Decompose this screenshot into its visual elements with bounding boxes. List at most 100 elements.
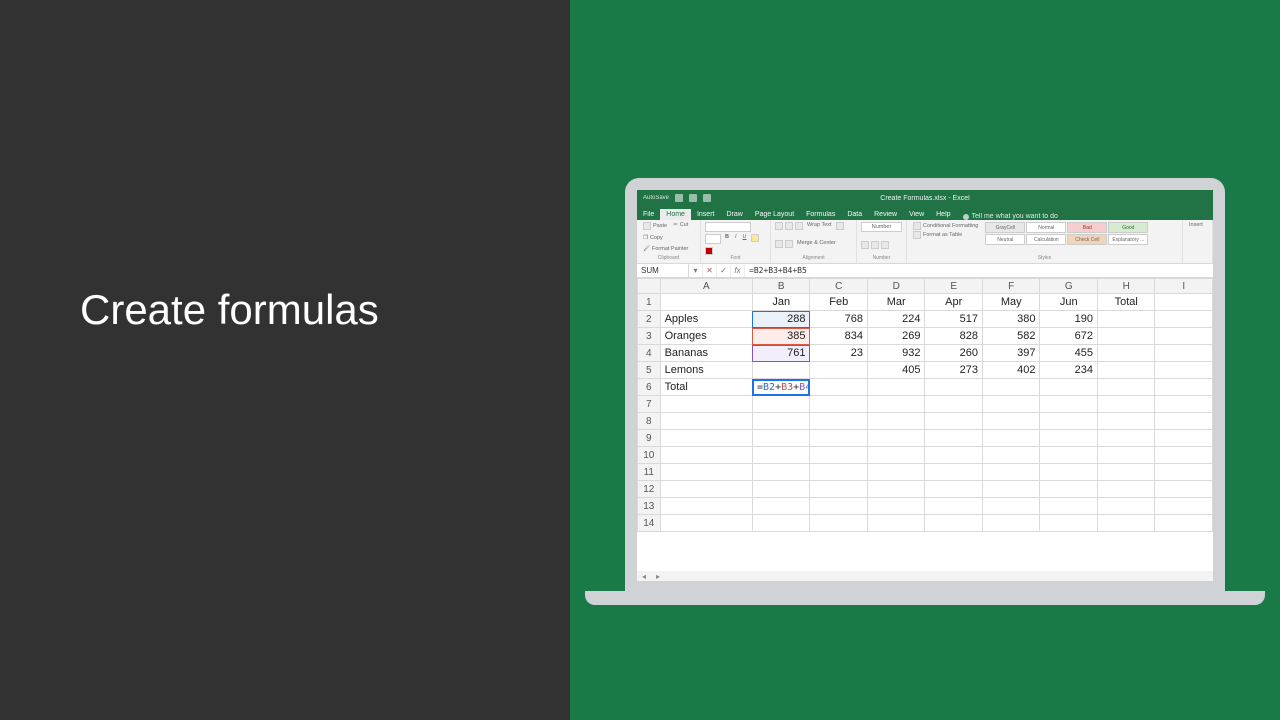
row-header-13[interactable]: 13 — [638, 498, 661, 515]
cell[interactable] — [1040, 447, 1098, 464]
cell[interactable] — [660, 498, 752, 515]
cell[interactable] — [867, 379, 925, 396]
row-header-10[interactable]: 10 — [638, 447, 661, 464]
name-box[interactable]: SUM — [637, 264, 689, 277]
col-header-H[interactable]: H — [1097, 279, 1155, 294]
row-header-7[interactable]: 7 — [638, 396, 661, 413]
cell[interactable] — [867, 498, 925, 515]
cell[interactable] — [810, 515, 868, 532]
cell[interactable]: Oranges — [660, 328, 752, 345]
cell[interactable]: Bananas — [660, 345, 752, 362]
cell[interactable] — [752, 447, 810, 464]
cell[interactable] — [1040, 396, 1098, 413]
tab-view[interactable]: View — [903, 209, 930, 220]
formula-input[interactable]: =B2+B3+B4+B5 — [745, 264, 1213, 277]
col-header-E[interactable]: E — [925, 279, 983, 294]
tab-data[interactable]: Data — [841, 209, 868, 220]
cell[interactable] — [1097, 311, 1155, 328]
style-explanatory[interactable]: Explanatory ... — [1108, 234, 1148, 245]
conditional-formatting-button[interactable]: Conditional Formatting — [911, 222, 980, 230]
insert-cells-button[interactable]: Insert — [1187, 222, 1205, 228]
cell[interactable]: 385 — [752, 328, 810, 345]
cell[interactable] — [1097, 413, 1155, 430]
row-header-14[interactable]: 14 — [638, 515, 661, 532]
cell[interactable] — [982, 430, 1040, 447]
cell[interactable]: 517 — [925, 311, 983, 328]
cell[interactable]: Apr — [925, 294, 983, 311]
cell[interactable] — [1155, 311, 1213, 328]
cell[interactable] — [925, 413, 983, 430]
align-center-button[interactable] — [775, 240, 783, 248]
cell[interactable] — [1155, 464, 1213, 481]
cell[interactable] — [1040, 515, 1098, 532]
row-header-1[interactable]: 1 — [638, 294, 661, 311]
cell[interactable] — [1097, 328, 1155, 345]
comma-button[interactable] — [881, 241, 889, 249]
cell[interactable] — [925, 379, 983, 396]
cell[interactable] — [925, 515, 983, 532]
style-calculation[interactable]: Calculation — [1026, 234, 1066, 245]
cell[interactable] — [1097, 515, 1155, 532]
tab-review[interactable]: Review — [868, 209, 903, 220]
col-header-A[interactable]: A — [660, 279, 752, 294]
cell[interactable] — [1155, 362, 1213, 379]
cell[interactable]: 190 — [1040, 311, 1098, 328]
cell[interactable]: 288 — [752, 311, 810, 328]
cell[interactable]: 224 — [867, 311, 925, 328]
cell[interactable]: Total — [1097, 294, 1155, 311]
row-header-11[interactable]: 11 — [638, 464, 661, 481]
style-neutral[interactable]: Neutral — [985, 234, 1025, 245]
style-check-cell[interactable]: Check Cell — [1067, 234, 1107, 245]
cell[interactable]: Apples — [660, 311, 752, 328]
cell[interactable] — [1155, 413, 1213, 430]
cell[interactable]: 582 — [982, 328, 1040, 345]
cell[interactable] — [982, 396, 1040, 413]
cell[interactable]: Jan — [752, 294, 810, 311]
cut-button[interactable]: ✂ Cut — [671, 222, 690, 228]
cell[interactable]: May — [982, 294, 1040, 311]
enter-formula-button[interactable]: ✓ — [717, 264, 731, 277]
cell[interactable]: 269 — [867, 328, 925, 345]
cell[interactable] — [1040, 498, 1098, 515]
sheet-tab-scroll[interactable]: ◂ ▸ — [637, 571, 1213, 581]
cell[interactable] — [1097, 464, 1155, 481]
save-icon[interactable] — [675, 194, 683, 202]
cell[interactable] — [1155, 379, 1213, 396]
cell[interactable] — [752, 481, 810, 498]
italic-button[interactable]: I — [733, 234, 739, 240]
paste-button[interactable]: Paste — [641, 222, 669, 230]
copy-button[interactable]: ❐ Copy — [641, 235, 665, 241]
cell[interactable] — [1097, 498, 1155, 515]
cell[interactable] — [752, 498, 810, 515]
undo-icon[interactable] — [689, 194, 697, 202]
worksheet-grid[interactable]: ABCDEFGHI 1JanFebMarAprMayJunTotal2Apple… — [637, 278, 1213, 581]
cell[interactable] — [925, 396, 983, 413]
cell[interactable] — [1155, 430, 1213, 447]
align-bottom-button[interactable] — [795, 222, 803, 230]
cell[interactable] — [1097, 345, 1155, 362]
cell[interactable] — [660, 447, 752, 464]
scroll-right-icon[interactable]: ▸ — [651, 572, 665, 581]
cell[interactable] — [1155, 481, 1213, 498]
font-family-dropdown[interactable] — [705, 222, 751, 232]
cell[interactable] — [1097, 396, 1155, 413]
wrap-text-button[interactable]: Wrap Text — [805, 222, 834, 228]
cell[interactable] — [810, 396, 868, 413]
tell-me-search[interactable]: Tell me what you want to do — [963, 213, 1058, 220]
cell[interactable] — [810, 362, 868, 379]
cell[interactable]: Total — [660, 379, 752, 396]
cell[interactable] — [1097, 447, 1155, 464]
style-normal[interactable]: Normal — [1026, 222, 1066, 233]
align-top-button[interactable] — [775, 222, 783, 230]
cell[interactable] — [1155, 498, 1213, 515]
font-color-button[interactable] — [705, 247, 713, 255]
cell[interactable] — [867, 447, 925, 464]
cell[interactable] — [660, 464, 752, 481]
cell[interactable] — [867, 464, 925, 481]
cell[interactable] — [1097, 362, 1155, 379]
merge-center-button[interactable]: Merge & Center — [795, 240, 838, 246]
cell[interactable] — [810, 413, 868, 430]
cell[interactable] — [1155, 447, 1213, 464]
cell[interactable] — [1040, 464, 1098, 481]
cell[interactable] — [1155, 328, 1213, 345]
